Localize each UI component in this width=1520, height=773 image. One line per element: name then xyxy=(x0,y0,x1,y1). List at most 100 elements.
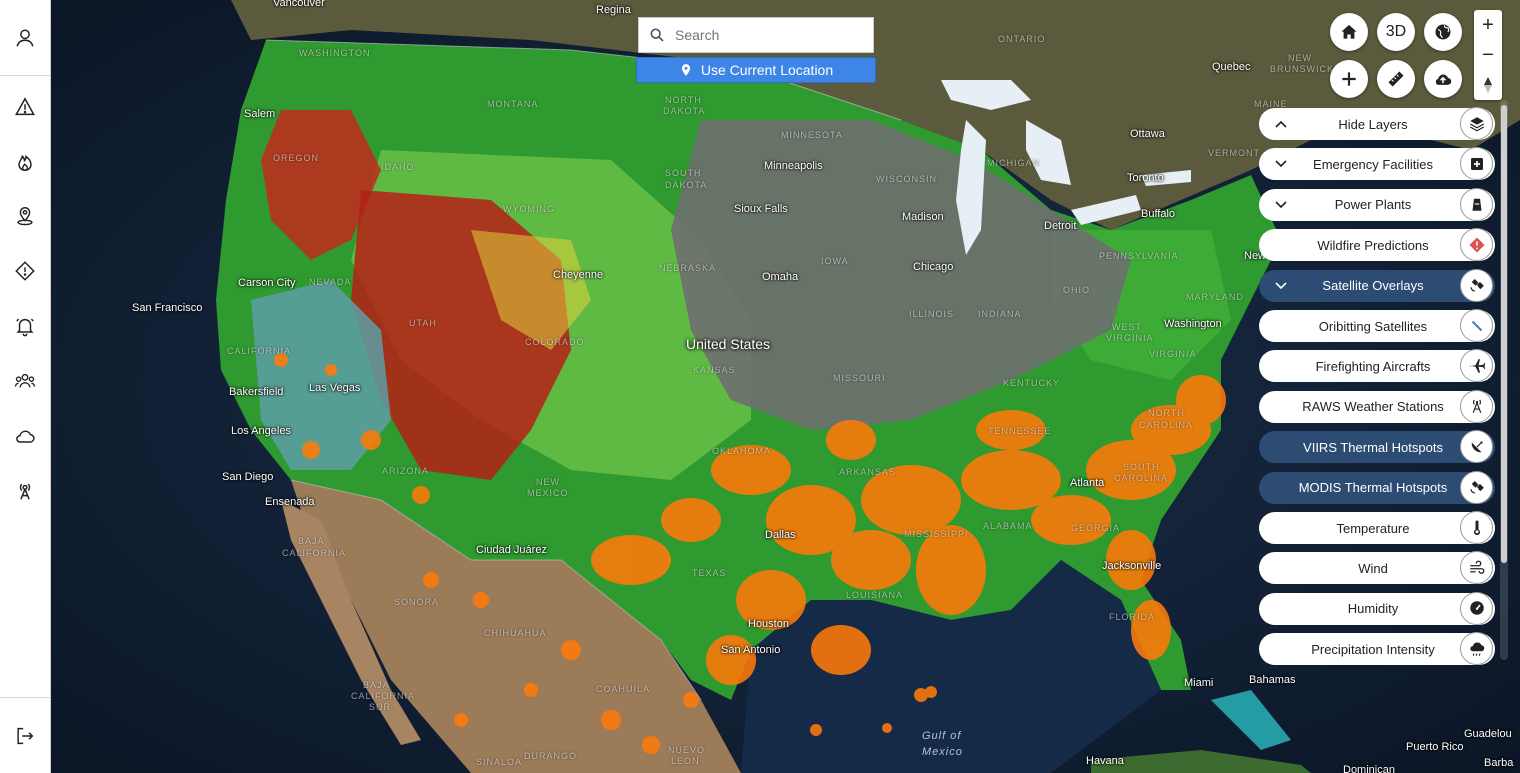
region-label: COLORADO xyxy=(525,337,585,347)
location-pin-icon[interactable] xyxy=(9,200,41,232)
orbit-satellite-icon[interactable] xyxy=(1460,309,1493,342)
antenna-icon[interactable] xyxy=(1460,389,1493,423)
compass-icon xyxy=(1484,77,1492,93)
layer-toggle-humidity[interactable]: Humidity xyxy=(1259,591,1495,625)
layer-label: Power Plants xyxy=(1334,197,1412,213)
region-label: VIRGINIA xyxy=(1106,333,1154,343)
chevron-up-icon[interactable] xyxy=(1273,116,1289,132)
city-label: Miami xyxy=(1184,677,1214,689)
measure-button[interactable] xyxy=(1377,60,1415,98)
layer-toggle-firefighting-aircrafts[interactable]: Firefighting Aircrafts xyxy=(1259,349,1495,383)
bell-icon[interactable] xyxy=(9,310,41,342)
city-label: Barba xyxy=(1484,757,1514,769)
3d-view-button[interactable]: 3D xyxy=(1377,13,1415,51)
region-label: INDIANA xyxy=(978,309,1022,319)
layer-label: RAWS Weather Stations xyxy=(1302,399,1444,415)
wind-icon[interactable] xyxy=(1460,551,1493,585)
search-input[interactable] xyxy=(673,26,857,44)
city-label: Minneapolis xyxy=(764,160,823,172)
airplane-icon[interactable] xyxy=(1460,349,1493,383)
zoom-out-button[interactable]: − xyxy=(1474,40,1502,70)
country-label: United States xyxy=(686,336,771,352)
layer-toggle-power-plants[interactable]: Power Plants xyxy=(1259,187,1495,221)
city-label: Las Vegas xyxy=(309,382,361,394)
water-label-line: Mexico xyxy=(922,746,963,758)
logout-icon[interactable] xyxy=(9,720,41,752)
zoom-in-button[interactable]: + xyxy=(1474,10,1502,40)
region-label: DAKOTA xyxy=(665,180,708,190)
add-button[interactable] xyxy=(1330,60,1368,98)
region-label: COAHUILA xyxy=(596,684,651,694)
city-label: Quebec xyxy=(1212,61,1251,73)
upload-button[interactable] xyxy=(1424,60,1462,98)
user-profile-icon[interactable] xyxy=(9,22,41,54)
region-label: VIRGINIA xyxy=(1149,349,1197,359)
region-label: NORTH xyxy=(665,95,702,105)
power-plant-icon[interactable] xyxy=(1460,187,1493,221)
region-label: SUR xyxy=(369,702,392,712)
layer-toggle-viirs-thermal-hotspots[interactable]: VIIRS Thermal Hotspots xyxy=(1259,430,1495,464)
region-label: MISSOURI xyxy=(833,373,886,383)
use-current-location-button[interactable]: Use Current Location xyxy=(636,57,876,83)
layer-toggle-hide-layers[interactable]: Hide Layers xyxy=(1259,107,1495,140)
layer-toggle-temperature[interactable]: Temperature xyxy=(1259,511,1495,544)
region-label: SINALOA xyxy=(476,757,523,767)
cloud-upload-icon xyxy=(1435,74,1452,85)
layer-toggle-modis-thermal-hotspots[interactable]: MODIS Thermal Hotspots xyxy=(1259,470,1495,504)
home-button[interactable] xyxy=(1330,13,1368,51)
layer-toggle-wildfire-predictions[interactable]: Wildfire Predictions xyxy=(1259,228,1495,262)
region-label: CAROLINA xyxy=(1139,420,1194,430)
satellite-icon[interactable] xyxy=(1460,470,1493,504)
compass-button[interactable] xyxy=(1474,70,1502,100)
region-label: CALIFORNIA xyxy=(351,691,416,701)
city-label: Ottawa xyxy=(1130,128,1165,140)
chevron-down-icon[interactable] xyxy=(1273,156,1289,172)
layer-toggle-satellite-overlays[interactable]: Satellite Overlays xyxy=(1259,268,1495,302)
region-label: DAKOTA xyxy=(663,106,706,116)
layer-label: Oribitting Satellites xyxy=(1318,318,1428,334)
scrollbar-thumb[interactable] xyxy=(1501,105,1507,563)
layer-toggle-precipitation-intensity[interactable]: Precipitation Intensity xyxy=(1259,632,1495,666)
team-icon[interactable] xyxy=(9,365,41,397)
layer-toggle-raws-weather-stations[interactable]: RAWS Weather Stations xyxy=(1259,389,1495,423)
region-label: GEORGIA xyxy=(1071,523,1121,533)
layer-toggle-emergency-facilities[interactable]: Emergency Facilities xyxy=(1259,147,1495,181)
cloud-icon[interactable] xyxy=(9,420,41,452)
warning-diamond-icon[interactable] xyxy=(9,255,41,287)
city-label: Cheyenne xyxy=(553,269,604,281)
layer-toggle-oribitting-satellites[interactable]: Oribitting Satellites xyxy=(1259,309,1495,342)
city-label: Guadelou xyxy=(1464,728,1512,740)
layer-label: Firefighting Aircrafts xyxy=(1315,358,1431,374)
region-label: NUEVO xyxy=(668,745,706,755)
layer-label: Wildfire Predictions xyxy=(1317,237,1429,253)
city-label: Toronto xyxy=(1127,172,1164,184)
chevron-down-icon[interactable] xyxy=(1273,197,1289,213)
satellite-dish-icon[interactable] xyxy=(1460,430,1493,464)
gauge-icon[interactable] xyxy=(1460,591,1493,625)
region-label: ARKANSAS xyxy=(839,467,897,477)
region-label: OREGON xyxy=(273,153,320,163)
layer-toggle-wind[interactable]: Wind xyxy=(1259,551,1495,585)
radio-tower-icon[interactable] xyxy=(9,475,41,507)
search-box[interactable] xyxy=(638,17,874,53)
satellite-icon[interactable] xyxy=(1460,268,1493,302)
warning-diamond-icon[interactable] xyxy=(1460,228,1493,262)
region-label: KENTUCKY xyxy=(1003,378,1061,388)
city-label: San Diego xyxy=(222,471,274,483)
hospital-icon[interactable] xyxy=(1460,147,1493,181)
map-pin-icon xyxy=(681,64,690,76)
region-label: MEXICO xyxy=(527,488,569,498)
thermometer-icon[interactable] xyxy=(1460,511,1493,544)
layers-icon[interactable] xyxy=(1460,107,1493,140)
alert-triangle-icon[interactable] xyxy=(9,91,41,123)
city-label: Regina xyxy=(596,4,631,16)
globe-button[interactable] xyxy=(1424,13,1462,51)
region-label: NORTH xyxy=(1148,408,1185,418)
rain-cloud-icon[interactable] xyxy=(1460,632,1493,666)
layer-label: MODIS Thermal Hotspots xyxy=(1298,480,1448,496)
chevron-down-icon[interactable] xyxy=(1273,278,1289,294)
fire-icon[interactable] xyxy=(9,146,41,178)
region-label: KANSAS xyxy=(693,365,736,375)
city-label: Puerto Rico xyxy=(1406,741,1464,753)
city-label: San Antonio xyxy=(721,644,781,656)
